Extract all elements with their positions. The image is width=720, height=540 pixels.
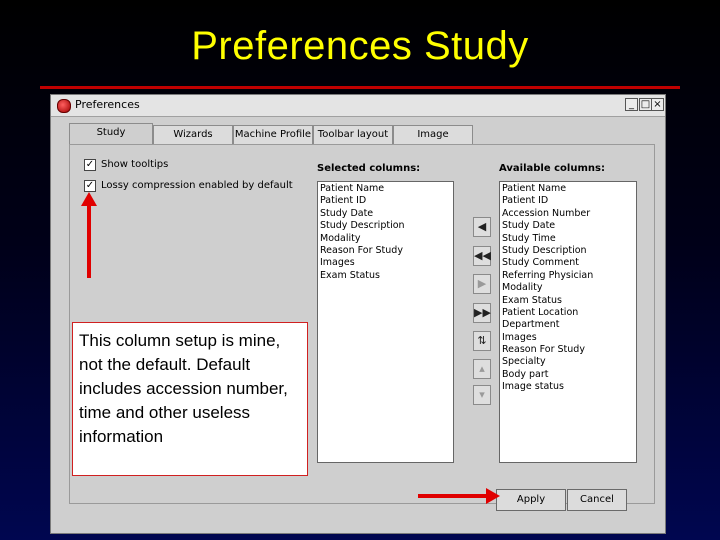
list-item[interactable]: Study Description [320, 220, 451, 232]
reorder-button[interactable]: ⇅ [473, 331, 491, 351]
title-divider [40, 86, 680, 89]
move-up-button[interactable]: ▴ [473, 359, 491, 379]
move-right-button[interactable]: ▶ [473, 274, 491, 294]
list-item[interactable]: Images [502, 332, 634, 344]
tab-toolbar-layout[interactable]: Toolbar layout [313, 125, 393, 144]
list-item[interactable]: Patient Name [502, 183, 634, 195]
tab-study[interactable]: Study [69, 123, 153, 144]
app-icon [57, 99, 71, 113]
list-item[interactable]: Department [502, 319, 634, 331]
apply-button[interactable]: Apply [496, 489, 566, 511]
selected-columns-heading: Selected columns: [317, 163, 421, 174]
list-item[interactable]: Patient Name [320, 183, 451, 195]
list-item[interactable]: Specialty [502, 356, 634, 368]
list-item[interactable]: Images [320, 257, 451, 269]
list-item[interactable]: Modality [320, 233, 451, 245]
list-item[interactable]: Accession Number [502, 208, 634, 220]
list-item[interactable]: Study Time [502, 233, 634, 245]
annotation-note: This column setup is mine, not the defau… [72, 322, 308, 476]
list-item[interactable]: Referring Physician [502, 270, 634, 282]
selected-columns-list[interactable]: Patient Name Patient ID Study Date Study… [317, 181, 454, 463]
move-all-right-button[interactable]: ▶▶ [473, 303, 491, 323]
move-right-icon: ▶ [477, 277, 487, 290]
move-left-button[interactable]: ◀ [473, 217, 491, 237]
show-tooltips-label: Show tooltips [101, 159, 169, 170]
list-item[interactable]: Patient Location [502, 307, 634, 319]
annotation-arrow-right-shaft [418, 494, 488, 498]
available-columns-heading: Available columns: [499, 163, 605, 174]
tab-machine-profile[interactable]: Machine Profile [233, 125, 313, 144]
list-item[interactable]: Study Description [502, 245, 634, 257]
move-all-left-button[interactable]: ◀◀ [473, 246, 491, 266]
move-down-button[interactable]: ▾ [473, 385, 491, 405]
minimize-button[interactable]: _ [625, 98, 638, 111]
reorder-icon: ⇅ [477, 334, 487, 347]
annotation-arrow-up-icon [81, 192, 97, 206]
close-button[interactable]: × [651, 98, 664, 111]
tab-image[interactable]: Image [393, 125, 473, 144]
list-item[interactable]: Image status [502, 381, 634, 393]
list-item[interactable]: Reason For Study [502, 344, 634, 356]
annotation-arrow-up-shaft [87, 205, 91, 278]
move-down-icon: ▾ [479, 388, 485, 401]
cancel-button[interactable]: Cancel [567, 489, 627, 511]
window-titlebar[interactable]: Preferences _ □ × [51, 95, 665, 117]
move-all-right-icon: ▶▶ [474, 306, 491, 319]
list-item[interactable]: Exam Status [502, 295, 634, 307]
list-item[interactable]: Study Comment [502, 257, 634, 269]
slide-title: Preferences Study [191, 24, 529, 68]
window-title: Preferences [75, 98, 140, 111]
list-item[interactable]: Patient ID [320, 195, 451, 207]
list-item[interactable]: Study Date [320, 208, 451, 220]
annotation-arrow-right-icon [486, 488, 500, 504]
list-item[interactable]: Modality [502, 282, 634, 294]
lossy-compression-checkbox[interactable]: ✓ [84, 180, 96, 192]
list-item[interactable]: Patient ID [502, 195, 634, 207]
list-item[interactable]: Reason For Study [320, 245, 451, 257]
tab-wizards[interactable]: Wizards [153, 125, 233, 144]
move-left-icon: ◀ [477, 220, 487, 233]
available-columns-list[interactable]: Patient Name Patient ID Accession Number… [499, 181, 637, 463]
lossy-compression-label: Lossy compression enabled by default [101, 180, 293, 191]
list-item[interactable]: Study Date [502, 220, 634, 232]
move-all-left-icon: ◀◀ [474, 249, 491, 262]
list-item[interactable]: Body part [502, 369, 634, 381]
list-item[interactable]: Exam Status [320, 270, 451, 282]
show-tooltips-checkbox[interactable]: ✓ [84, 159, 96, 171]
move-up-icon: ▴ [479, 362, 485, 375]
